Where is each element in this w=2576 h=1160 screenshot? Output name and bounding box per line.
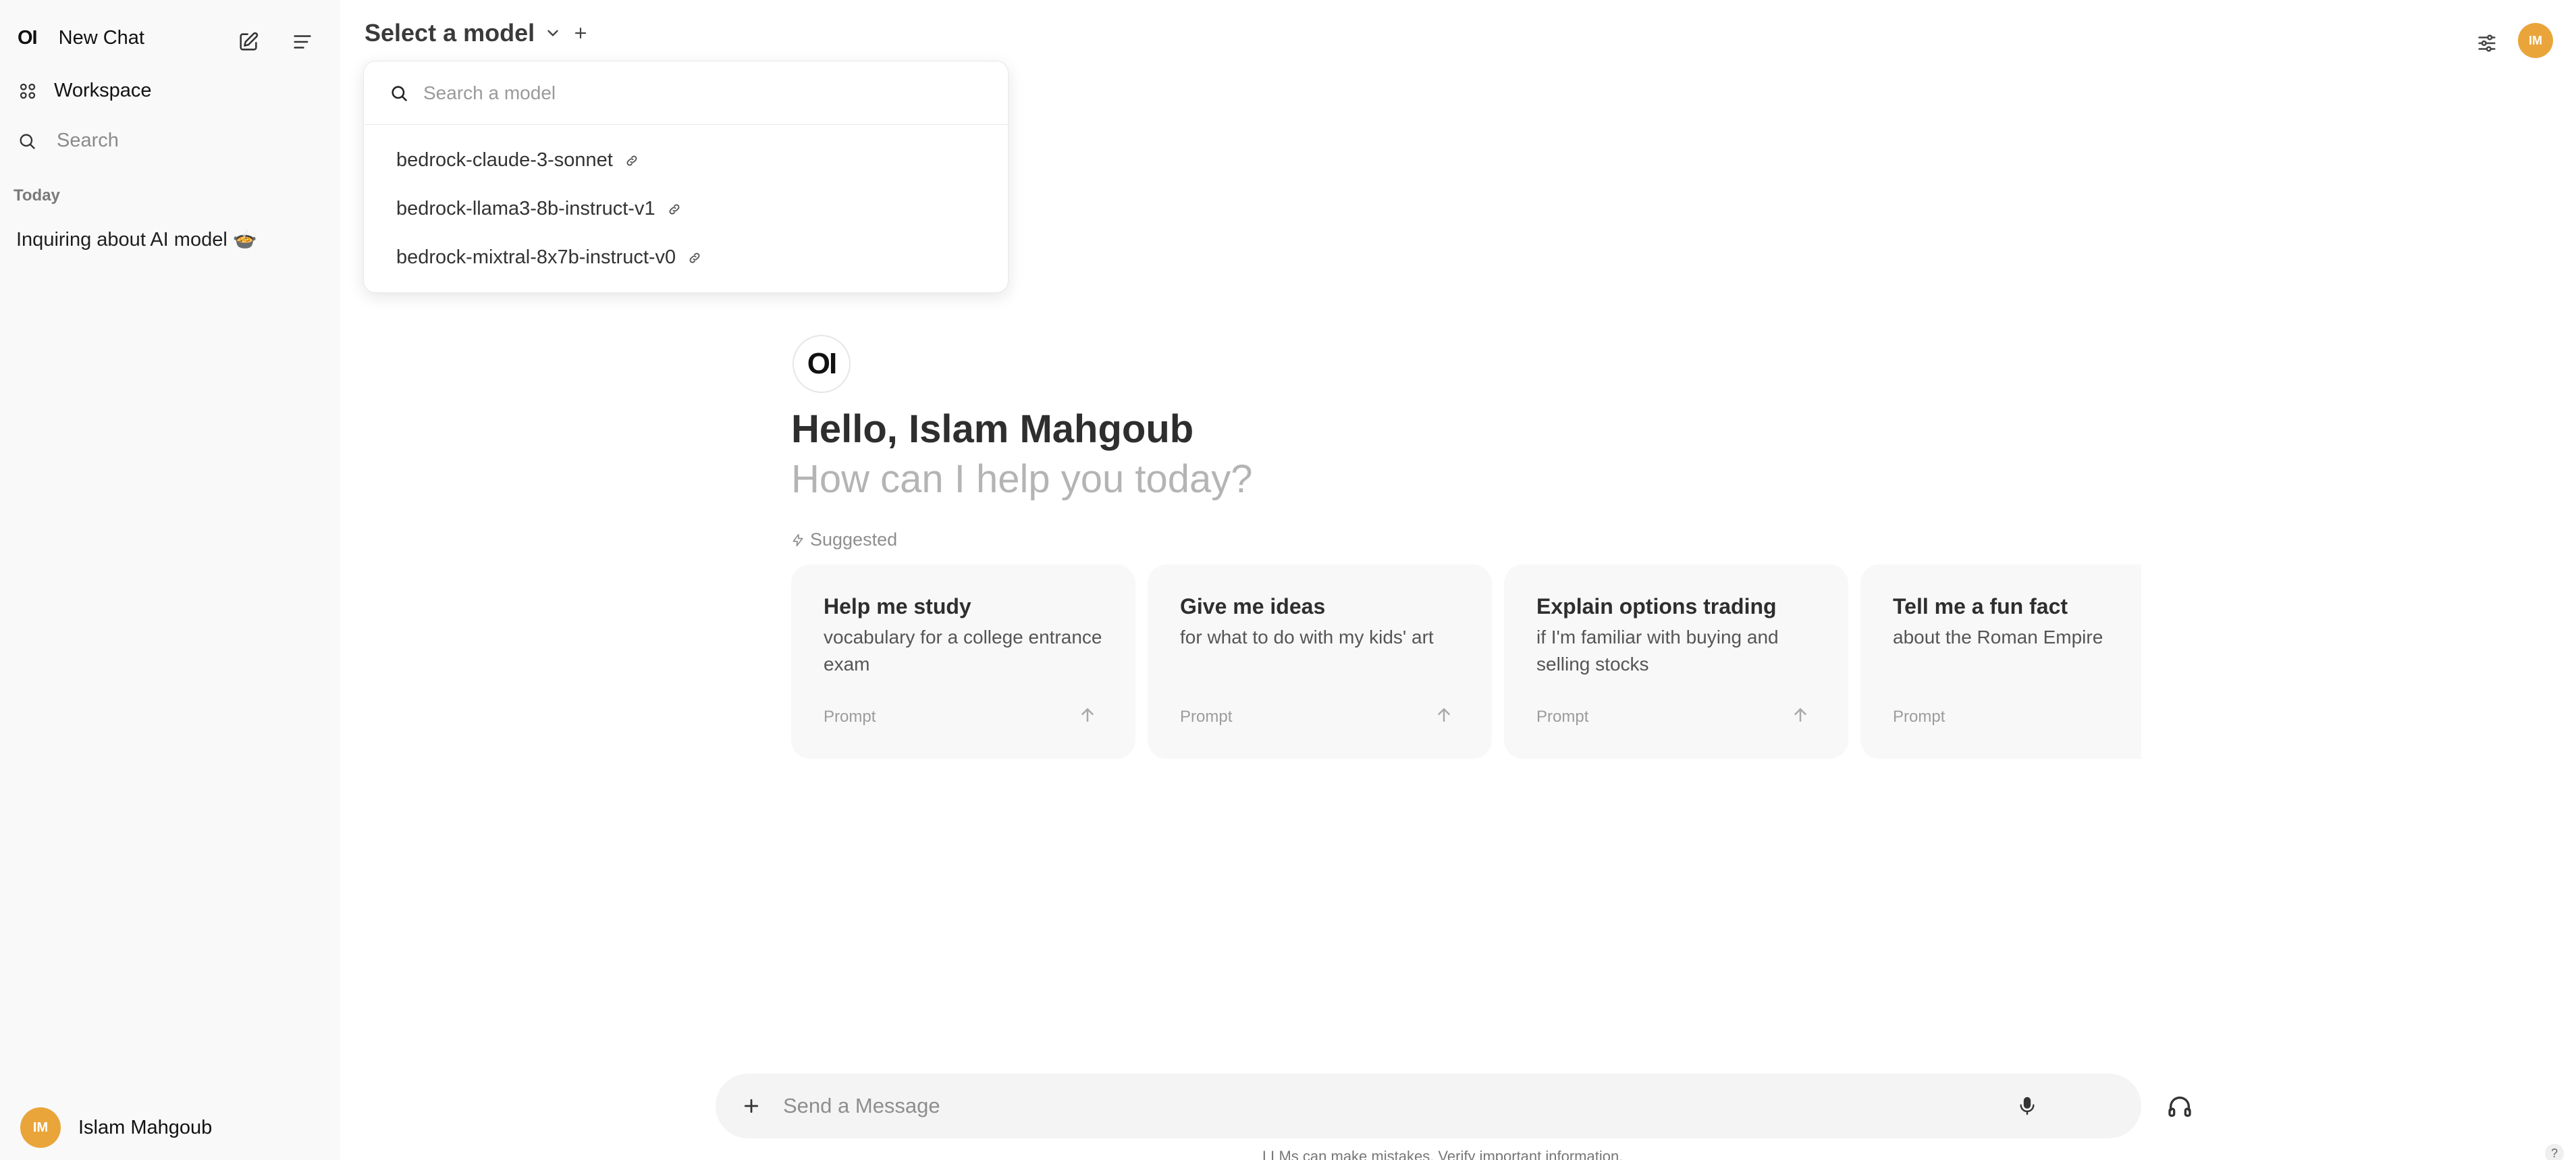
workspace-link[interactable]: Workspace [18,80,152,102]
suggestion-title: Tell me a fun fact [1893,594,2068,618]
menu-lines-icon [294,35,311,49]
lightning-bolt-icon [793,533,803,546]
voice-mode-button[interactable] [2163,1090,2197,1124]
search-icon [392,85,407,101]
app-logo: OI [18,27,38,49]
voice-input-button[interactable] [2012,1090,2043,1122]
suggestion-subtitle: vocabulary for a college entrance exam [824,627,1102,675]
model-option[interactable]: bedrock-claude-3-sonnet [396,149,639,172]
model-select-label: Select a model [365,19,535,47]
user-name: Islam Mahgoub [78,1116,213,1138]
model-dropdown: bedrock-claude-3-sonnet bedrock-llama3-8… [363,61,1009,293]
suggestion-title: Give me ideas [1180,594,1326,618]
workspace-label: Workspace [54,80,152,101]
message-composer [716,1074,2141,1138]
arrow-up-icon [1794,708,1806,722]
chevron-down-icon [547,30,558,36]
suggestion-subtitle: about the Roman Empire [1893,627,2103,648]
message-input[interactable] [783,1094,2012,1118]
link-icon [668,203,681,216]
suggestion-tag: Prompt [1180,708,1233,726]
arrow-up-icon [1438,708,1450,722]
headphones-icon [2168,1097,2191,1117]
microphone-icon [2020,1097,2035,1115]
sidebar-search[interactable]: Search [18,130,119,152]
model-search-bar [364,61,1008,125]
header-avatar[interactable]: IM [2518,23,2553,58]
suggestion-title: Explain options trading [1536,594,1777,618]
suggestion-card[interactable]: Tell me a fun fact about the Roman Empir… [1860,564,2141,759]
model-option[interactable]: bedrock-mixtral-8x7b-instruct-v0 [396,246,701,269]
model-option-name: bedrock-mixtral-8x7b-instruct-v0 [396,246,676,268]
main-logo: OI [793,335,851,393]
suggestion-subtitle: if I'm familiar with buying and selling … [1536,627,1779,675]
suggestion-tag: Prompt [1893,708,1946,726]
plus-icon [744,1099,759,1113]
new-chat-link[interactable]: OI New Chat [18,27,144,49]
greeting-subtitle: How can I help you today? [791,457,1253,501]
compose-button[interactable] [234,27,263,57]
sidebar-search-placeholder: Search [57,130,119,151]
disclaimer-text: LLMs can make mistakes. Verify important… [1262,1148,1624,1160]
search-icon [20,134,35,149]
suggestion-card[interactable]: Help me study vocabulary for a college e… [791,564,1135,759]
suggestion-card[interactable]: Give me ideas for what to do with my kid… [1148,564,1492,759]
section-today: Today [14,186,60,205]
toggle-sidebar-button[interactable] [288,27,317,57]
suggestion-tag: Prompt [1536,708,1589,726]
sidebar: OI New Chat Workspace Search Today Inqui… [0,0,340,1160]
new-chat-label: New Chat [58,27,144,49]
add-model-icon[interactable] [572,25,589,41]
suggestion-tag: Prompt [824,708,876,726]
user-avatar: IM [20,1107,61,1148]
user-menu[interactable]: IM Islam Mahgoub [20,1107,212,1148]
model-option-name: bedrock-llama3-8b-instruct-v1 [396,198,655,219]
link-icon [688,251,701,265]
model-option-name: bedrock-claude-3-sonnet [396,149,613,171]
workspace-grid-icon [20,83,36,99]
attach-button[interactable] [737,1092,766,1120]
greeting-title: Hello, Islam Mahgoub [791,407,1194,451]
suggested-header: Suggested [791,529,897,550]
model-option[interactable]: bedrock-llama3-8b-instruct-v1 [396,198,681,220]
help-button[interactable]: ? [2545,1144,2564,1160]
controls-button[interactable] [2471,27,2503,59]
chat-list-item[interactable]: Inquiring about AI model 🍲 [16,228,257,251]
suggestion-card[interactable]: Explain options trading if I'm familiar … [1504,564,1848,759]
arrow-up-icon [1081,708,1094,722]
pencil-square-icon [240,32,259,51]
suggestion-title: Help me study [824,594,971,618]
suggestion-cards: Help me study vocabulary for a college e… [791,564,2141,759]
link-icon [625,154,639,167]
model-selector[interactable]: Select a model [365,19,589,47]
sliders-icon [2478,34,2496,52]
suggested-label: Suggested [810,529,898,550]
suggestion-subtitle: for what to do with my kids' art [1180,627,1434,648]
model-search-input[interactable] [423,82,977,104]
